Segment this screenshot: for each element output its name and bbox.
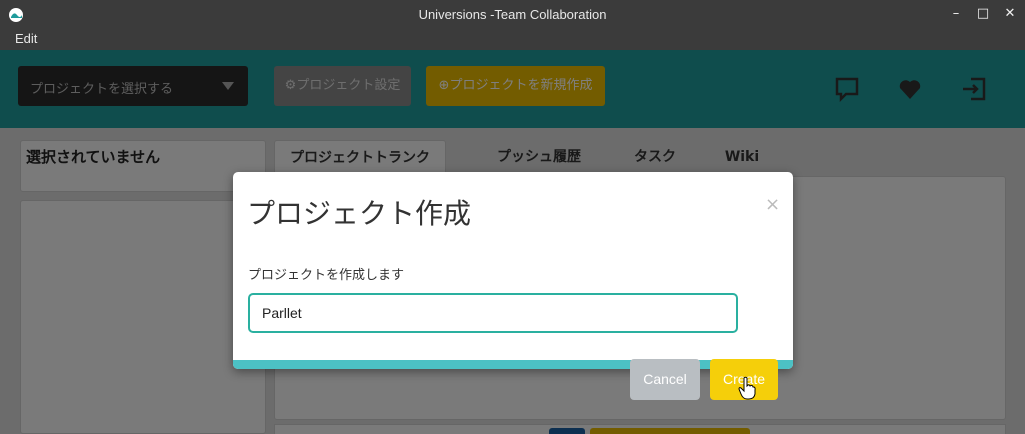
modal-accent-stripe xyxy=(233,360,793,369)
close-icon[interactable]: × xyxy=(765,194,780,215)
menu-edit[interactable]: Edit xyxy=(15,31,37,46)
project-name-input[interactable]: Parllet xyxy=(248,293,738,333)
window-title: Universions -Team Collaboration xyxy=(418,7,607,22)
title-bar: Universions -Team Collaboration – □ ✕ xyxy=(0,0,1025,30)
minimize-button[interactable]: – xyxy=(948,6,964,22)
close-window-button[interactable]: ✕ xyxy=(1002,6,1018,22)
hand-cursor-icon xyxy=(738,376,756,400)
modal-description: プロジェクトを作成します xyxy=(248,268,405,283)
create-project-modal: プロジェクト作成 × プロジェクトを作成します Parllet xyxy=(233,172,793,369)
cancel-button[interactable]: Cancel xyxy=(630,359,700,400)
modal-title: プロジェクト作成 xyxy=(247,197,472,230)
maximize-button[interactable]: □ xyxy=(975,6,991,22)
menu-bar: Edit xyxy=(0,30,1025,50)
